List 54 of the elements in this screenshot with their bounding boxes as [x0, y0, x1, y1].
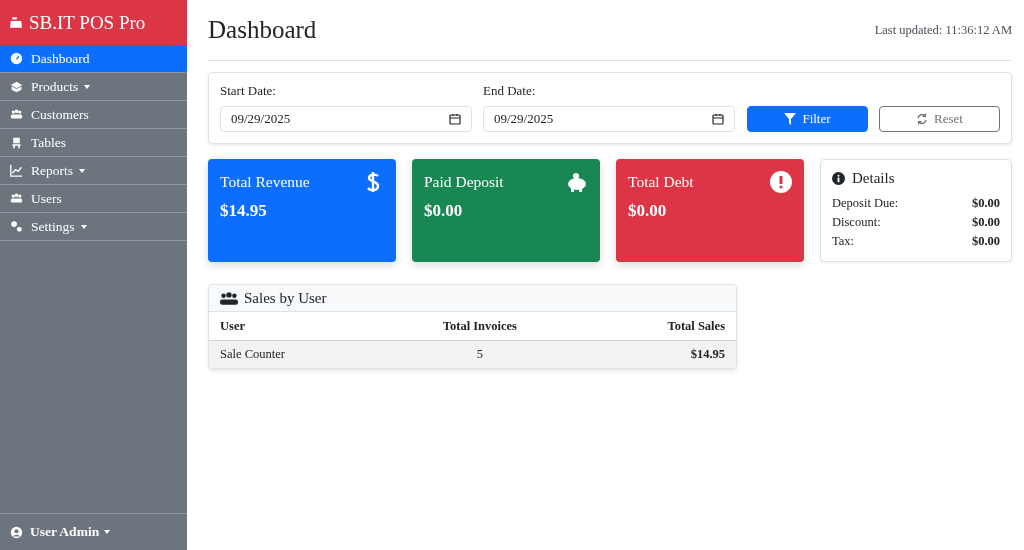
users-icon	[10, 192, 23, 205]
page-title: Dashboard	[208, 16, 317, 44]
chair-icon	[10, 136, 23, 149]
table-cell: $14.95	[576, 340, 736, 368]
table-cell: Sale Counter	[209, 340, 384, 368]
user-menu[interactable]: User Admin	[0, 513, 187, 550]
calendar-icon	[712, 113, 724, 125]
calendar-icon	[449, 113, 461, 125]
user-icon	[10, 525, 23, 539]
sidebar-item[interactable]: Reports	[0, 157, 187, 185]
alert-icon	[770, 171, 792, 193]
gauge-icon	[10, 52, 23, 65]
date-field[interactable]: 09/29/2025	[483, 106, 735, 132]
details-title: Details	[852, 170, 895, 187]
users-icon	[10, 108, 23, 121]
detail-label: Discount:	[832, 214, 881, 231]
column-header: Total Sales	[576, 312, 736, 341]
card-value: $14.95	[220, 201, 268, 221]
detail-value: $0.00	[971, 233, 1000, 250]
column-header: User	[209, 312, 384, 341]
filter-icon	[784, 113, 797, 125]
detail-value: $0.00	[971, 195, 1000, 212]
caret-icon	[104, 530, 111, 534]
sidebar-item[interactable]: Tables	[0, 129, 187, 157]
field-label: Start Date:	[220, 83, 277, 99]
detail-value: $0.00	[971, 214, 1000, 231]
detail-label: Tax:	[832, 233, 855, 250]
register-icon	[10, 17, 22, 28]
users-icon	[220, 291, 238, 305]
sidebar-item[interactable]: Settings	[0, 213, 187, 241]
piggy-bank-icon	[566, 171, 588, 193]
card-title: Paid Deposit	[424, 173, 504, 191]
reset-button[interactable]: Reset	[879, 106, 1000, 132]
panel-title: Sales by User	[244, 289, 327, 307]
card-value: $0.00	[424, 201, 464, 221]
card-title: Total Revenue	[220, 173, 310, 191]
date-field[interactable]: 09/29/2025	[220, 106, 472, 132]
detail-label: Deposit Due:	[832, 195, 899, 212]
card-value: $0.00	[628, 201, 668, 221]
last-updated: Last updated: 11:36:12 AM	[874, 22, 1012, 38]
sidebar-item[interactable]: Users	[0, 185, 187, 213]
sidebar-item[interactable]: Dashboard	[0, 45, 187, 73]
sidebar-item[interactable]: Products	[0, 73, 187, 101]
column-header: Total Invoices	[383, 312, 577, 341]
card-title: Total Debt	[628, 173, 694, 191]
refresh-icon	[916, 113, 929, 125]
sidebar-item[interactable]: Customers	[0, 101, 187, 129]
field-label: End Date:	[483, 83, 537, 99]
chart-icon	[10, 164, 23, 177]
filter-button[interactable]: Filter	[747, 106, 868, 132]
info-icon	[832, 172, 845, 185]
box-icon	[10, 80, 23, 93]
table-cell: 5	[383, 340, 577, 368]
app-title: SB.IT POS Pro	[29, 11, 146, 34]
